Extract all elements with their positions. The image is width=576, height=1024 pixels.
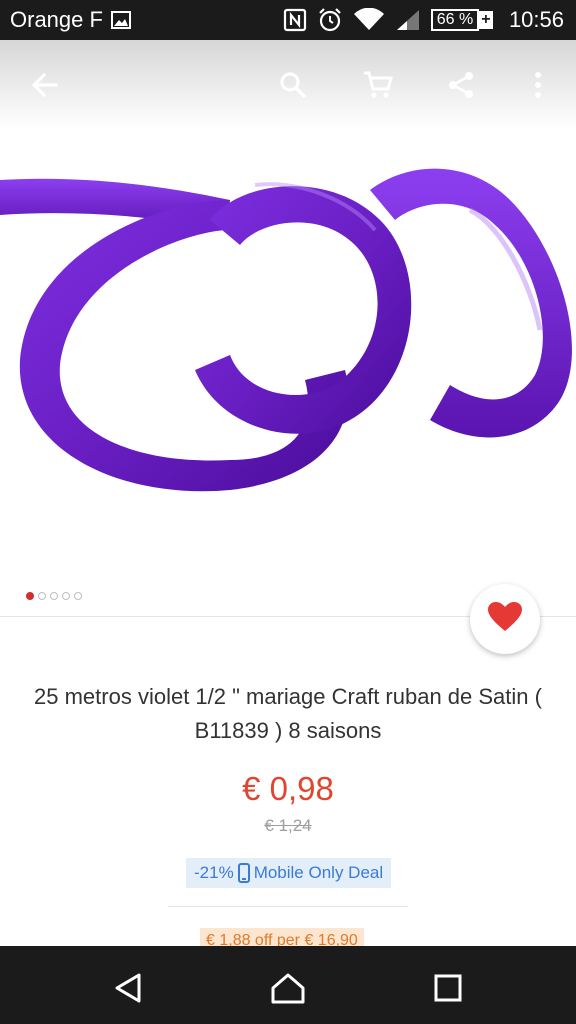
share-icon[interactable] [438,62,484,108]
discount-percent: -21% [194,863,234,882]
back-triangle-icon[interactable] [106,966,150,1010]
battery-level: 66 % [430,9,479,31]
nfc-icon [283,8,307,32]
cart-icon[interactable] [355,62,401,108]
heart-icon [487,601,523,638]
search-icon[interactable] [270,62,316,108]
clock: 10:56 [508,7,564,32]
product-title: 25 metros violet 1/2 " mariage Craft rub… [34,684,542,743]
status-bar: Orange F 66 % + 10:56 [0,0,576,40]
product-image[interactable] [0,130,576,580]
carousel-dot[interactable] [74,592,82,600]
battery-charging-plus: + [478,11,493,29]
carousel-dot[interactable] [26,592,34,600]
divider [168,906,408,907]
carrier-name: Orange F [10,7,103,32]
favorite-button[interactable] [470,584,540,654]
battery-icon: 66 % + [430,9,493,31]
home-icon[interactable] [266,966,310,1010]
back-arrow-icon[interactable] [22,62,68,108]
carousel-dot[interactable] [62,592,70,600]
carousel-indicator [26,592,82,600]
product-price: € 0,98 [242,770,334,807]
carousel-dot[interactable] [50,592,58,600]
system-nav-bar [0,946,576,1024]
deal-label: Mobile Only Deal [253,863,384,882]
app-bar [0,40,576,130]
more-vert-icon[interactable] [515,62,561,108]
original-price: € 1,24 [264,816,312,835]
recents-icon[interactable] [426,966,470,1010]
wifi-icon [353,8,385,32]
alarm-icon [317,7,343,33]
mobile-phone-icon [237,863,250,883]
signal-icon [395,8,421,32]
carousel-dot[interactable] [38,592,46,600]
ribbon-illustration [0,168,572,492]
mobile-deal-badge: -21% Mobile Only Deal [186,858,392,888]
image-icon [110,11,131,29]
